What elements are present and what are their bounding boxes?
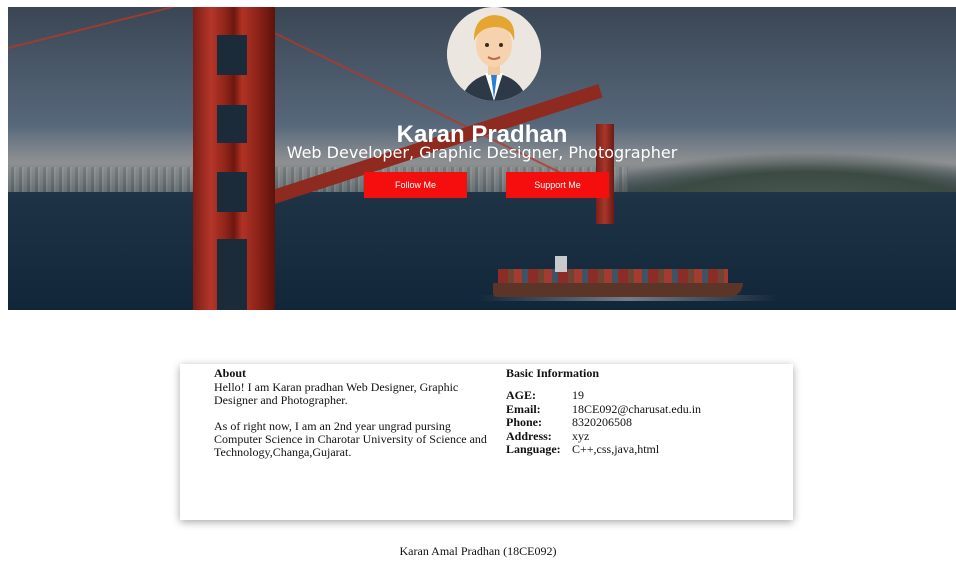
info-value: 8320206508 [572,415,632,429]
info-label: Address: [506,428,552,443]
footer-text: Karan Amal Pradhan (18CE092) [399,544,557,558]
bridge-cable [8,7,203,49]
info-row: Language: C++,css,java,html [506,442,701,457]
basic-info-section: Basic Information AGE: 19 Email: 18CE092… [506,367,786,457]
info-value: xyz [572,428,590,443]
info-value: 18CE092@charusat.edu.in [572,401,702,416]
about-paragraph: As of right now, I am an 2nd year ungrad… [214,419,487,459]
basic-info-table: AGE: 19 Email: 18CE092@charusat.edu.in P… [506,388,702,457]
about-paragraph: Hello! I am Karan pradhan Web Designer, … [214,380,459,407]
info-card: About Hello! I am Karan pradhan Web Desi… [180,364,793,520]
hero-banner: Karan Pradhan Web Developer, Graphic Des… [8,7,956,310]
profile-avatar [447,7,541,101]
ship-bridge [555,256,567,272]
info-value: C++,css,java,html [572,442,660,456]
profile-subtitle: Web Developer, Graphic Designer, Photogr… [286,143,678,162]
info-row: AGE: 19 [506,388,701,403]
info-value: 19 [572,388,584,402]
support-button[interactable]: Support Me [506,172,609,198]
ship-hull [493,283,743,297]
avatar-illustration [447,7,541,101]
info-row: Phone: 8320206508 [506,415,701,430]
info-label: Phone: [506,415,542,429]
info-row: Email: 18CE092@charusat.edu.in [506,401,702,417]
info-label: Email: [506,401,541,416]
info-label: AGE: [506,388,536,402]
about-section: About Hello! I am Karan pradhan Web Desi… [214,367,494,472]
ship-cargo [498,269,728,283]
basic-info-title: Basic Information [506,366,599,380]
info-row: Address: xyz [506,428,701,444]
follow-button[interactable]: Follow Me [364,172,467,198]
bay-water [8,192,956,310]
about-title: About [214,366,247,380]
info-label: Language: [506,442,561,456]
